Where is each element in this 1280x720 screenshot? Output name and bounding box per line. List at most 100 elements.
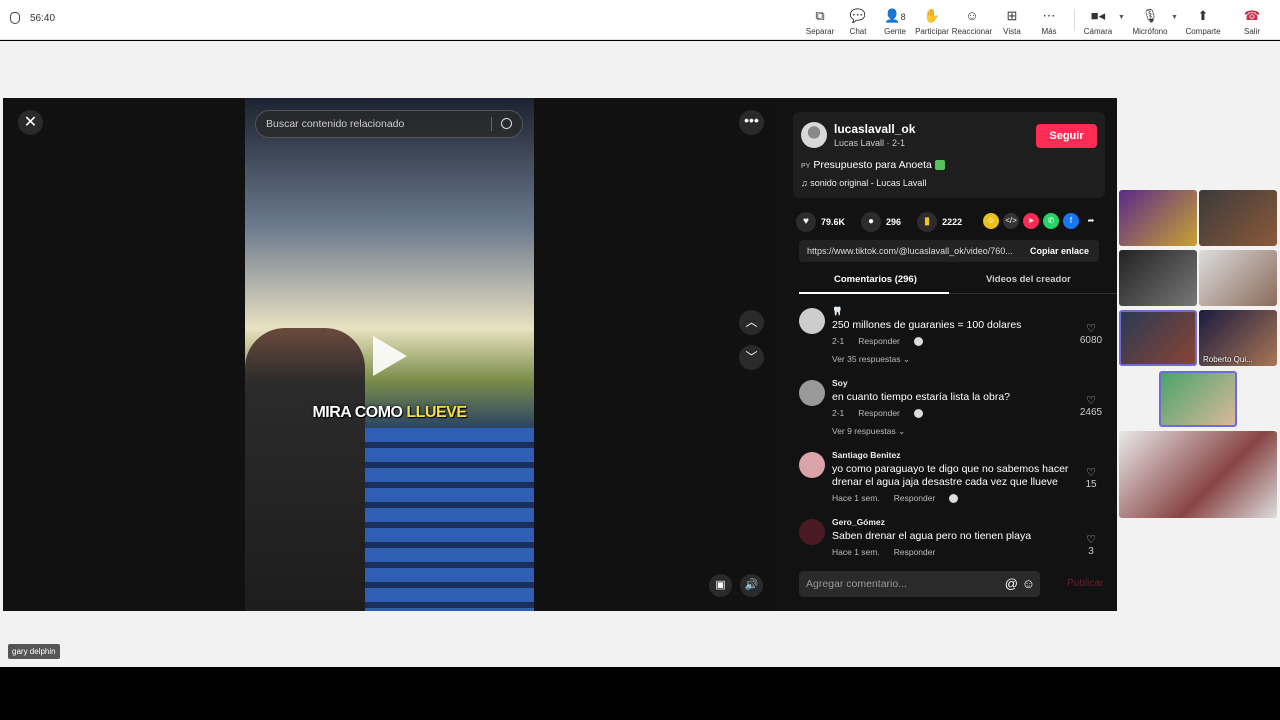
save-button[interactable]: ▮ 2222 — [917, 212, 962, 232]
share-icon: ⬆ — [1197, 8, 1209, 23]
comment-meta: 2-1 Responder — [832, 336, 937, 347]
close-icon[interactable]: ✕ — [18, 110, 43, 135]
share-button[interactable]: ⬆ Comparte — [1181, 8, 1225, 36]
avatar[interactable] — [799, 452, 825, 478]
comment-like-button[interactable]: ♡ 3 — [1076, 533, 1106, 557]
comment-username[interactable]: Soy — [832, 378, 848, 388]
embed-icon[interactable]: </> — [1003, 213, 1019, 229]
mic-icon: 🎙 — [1141, 8, 1159, 23]
leave-button[interactable]: ☎ Salir — [1230, 8, 1274, 36]
reply-button[interactable]: Responder — [894, 547, 936, 557]
volume-icon[interactable]: 🔊 — [740, 574, 763, 597]
comment-like-button[interactable]: ♡ 2465 — [1076, 394, 1106, 418]
whatsapp-icon[interactable]: ✆ — [1043, 213, 1059, 229]
emoji-icon[interactable]: ☺ — [1022, 571, 1035, 597]
mic-button[interactable]: 🎙 Micrófono — [1128, 8, 1172, 36]
share-arrow-icon[interactable]: ➦ — [1083, 213, 1099, 229]
avatar[interactable] — [801, 122, 827, 148]
facebook-icon[interactable]: f — [1063, 213, 1079, 229]
reply-button[interactable]: Responder — [894, 493, 936, 503]
author-card: lucaslavall_ok Lucas Lavall · 2-1 Seguir… — [793, 112, 1105, 198]
author-username[interactable]: lucaslavall_ok — [834, 122, 915, 136]
list-item: 🦷 250 millones de guaranies = 100 dolare… — [799, 304, 1109, 376]
reply-button[interactable]: Responder — [858, 336, 900, 346]
react-button[interactable]: ☺ Reaccionar — [950, 8, 994, 36]
participant-tile[interactable] — [1199, 190, 1277, 246]
comment-text: yo como paraguayo te digo que no sabemos… — [832, 463, 1069, 488]
like-count: 79.6K — [821, 217, 846, 227]
more-options-icon[interactable]: ••• — [739, 110, 764, 135]
search-icon[interactable] — [501, 118, 512, 129]
post-description: PY Presupuesto para Anoeta — [801, 159, 945, 171]
raise-hand-button[interactable]: ✋ Participar — [910, 8, 954, 36]
comment-username[interactable]: 🦷 — [832, 306, 843, 317]
participant-tile[interactable] — [1119, 310, 1197, 366]
related-search-input[interactable]: Buscar contenido relacionado — [255, 110, 523, 138]
leave-label: Salir — [1243, 27, 1260, 36]
participant-tile[interactable] — [1119, 190, 1197, 246]
previous-video-chevron-up-icon[interactable]: ︿ — [739, 310, 764, 335]
send-icon[interactable]: ➤ — [1023, 213, 1039, 229]
copy-link-button[interactable]: Copiar enlace — [1030, 240, 1089, 262]
comment-username[interactable]: Gero_Gómez — [832, 517, 885, 527]
view-replies-button[interactable]: Ver 9 respuestas ⌄ — [832, 426, 905, 437]
comment-text: 250 millones de guaranies = 100 dolares — [832, 319, 1022, 331]
camera-options-chevron-icon[interactable]: ▼ — [1118, 14, 1125, 21]
more-label: Más — [1041, 27, 1057, 36]
participant-tile[interactable]: Roberto Qui... — [1199, 310, 1277, 366]
post-link-row: https://www.tiktok.com/@lucaslavall_ok/v… — [799, 240, 1099, 262]
repost-icon[interactable]: ☺ — [983, 213, 999, 229]
avatar[interactable] — [799, 308, 825, 334]
tab-comments[interactable]: Comentarios (296) — [834, 274, 917, 285]
tab-creator-videos[interactable]: Videos del creador — [986, 274, 1071, 285]
search-divider — [491, 117, 492, 131]
people-count: 8 — [900, 12, 906, 22]
post-link[interactable]: https://www.tiktok.com/@lucaslavall_ok/v… — [807, 246, 1013, 256]
like-button[interactable]: ♥ 79.6K — [796, 212, 845, 232]
comment-button[interactable]: ● 296 — [861, 212, 901, 232]
timer-label: 56:40 — [30, 12, 56, 24]
view-replies-button[interactable]: Ver 35 respuestas ⌄ — [832, 354, 910, 365]
participant-name: Roberto Qui... — [1203, 355, 1253, 364]
leave-icon: ☎ — [1243, 8, 1261, 23]
chevron-down-icon: ⌄ — [898, 426, 906, 436]
participant-tile[interactable] — [1199, 250, 1277, 306]
participant-tile[interactable] — [1119, 250, 1197, 306]
mic-options-chevron-icon[interactable]: ▼ — [1171, 14, 1178, 21]
heart-icon: ♥ — [796, 212, 816, 232]
camera-button[interactable]: ■◂ Cámara — [1076, 8, 1120, 36]
picture-in-picture-icon[interactable]: ▣ — [709, 574, 732, 597]
comment-like-count: 15 — [1085, 479, 1097, 490]
video-player[interactable]: Buscar contenido relacionado MIRA COMO L… — [245, 98, 534, 611]
react-icon: ☺ — [965, 8, 979, 23]
add-comment-input[interactable]: Agregar comentario... @ ☺ — [799, 571, 1040, 597]
check-emoji-icon — [934, 160, 945, 171]
more-button[interactable]: ⋯ Más — [1027, 8, 1071, 36]
share-options: ☺ </> ➤ ✆ f ➦ — [983, 213, 1099, 229]
save-count: 2222 — [942, 217, 963, 227]
avatar[interactable] — [799, 519, 825, 545]
raise-hand-label: Participar — [915, 27, 949, 36]
sound-link[interactable]: ♫ sonido original - Lucas Lavall — [801, 178, 926, 188]
participant-tile-large[interactable] — [1119, 431, 1277, 518]
participant-tile-active-speaker[interactable] — [1159, 371, 1237, 427]
reply-button[interactable]: Responder — [858, 408, 900, 418]
comment-like-button[interactable]: ♡ 6080 — [1076, 322, 1106, 346]
description-text: Presupuesto para Anoeta — [813, 159, 932, 171]
camera-icon: ■◂ — [1090, 8, 1106, 23]
comment-username[interactable]: Santiago Benitez — [832, 450, 900, 460]
avatar[interactable] — [799, 380, 825, 406]
next-video-chevron-down-icon[interactable]: ﹀ — [739, 345, 764, 370]
author-subline: Lucas Lavall · 2-1 — [834, 138, 906, 148]
play-icon[interactable] — [373, 336, 407, 376]
follow-button[interactable]: Seguir — [1036, 124, 1097, 148]
heart-outline-icon: ♡ — [1086, 534, 1096, 546]
heart-outline-icon: ♡ — [1086, 467, 1096, 479]
publish-button[interactable]: Publicar — [1067, 578, 1103, 589]
creator-like-avatar — [949, 494, 959, 504]
comment-like-button[interactable]: ♡ 15 — [1076, 466, 1106, 490]
post-stats: ♥ 79.6K ● 296 ▮ 2222 — [796, 212, 978, 232]
mention-icon[interactable]: @ — [1005, 571, 1018, 597]
presenter-name-tag: gary delphin — [8, 644, 60, 659]
shield-icon — [10, 12, 20, 24]
